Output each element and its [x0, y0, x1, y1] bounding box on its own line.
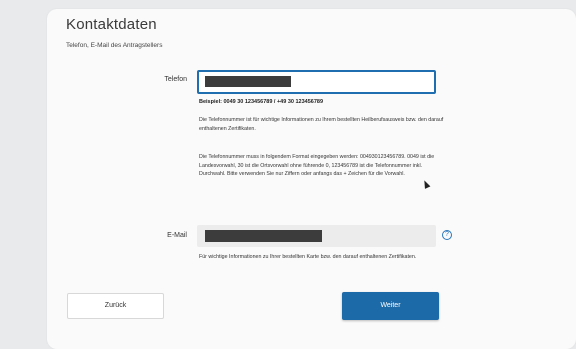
contact-card: Kontaktdaten Telefon, E-Mail des Antrags…	[47, 9, 576, 349]
section-subtitle: Telefon, E-Mail des Antragstellers	[66, 42, 163, 49]
email-label: E-Mail	[167, 232, 187, 239]
mouse-cursor-icon	[421, 179, 431, 189]
question-circle-icon[interactable]: ?	[442, 230, 452, 240]
phone-input[interactable]	[197, 70, 436, 94]
next-button[interactable]: Weiter	[342, 292, 439, 320]
email-input[interactable]	[197, 225, 436, 247]
phone-info-1: Die Telefonnummer ist für wichtige Infor…	[199, 117, 444, 132]
phone-info-2: Die Telefonnummer muss in folgendem Form…	[199, 154, 435, 177]
phone-label: Telefon	[164, 76, 187, 83]
phone-example: Beispiel: 0049 30 123456789 / +49 30 123…	[199, 99, 324, 105]
email-value-redacted	[205, 230, 322, 242]
back-button[interactable]: Zurück	[67, 293, 164, 319]
section-title: Kontaktdaten	[66, 16, 157, 33]
email-info: Für wichtige Informationen zu Ihrer best…	[199, 254, 417, 260]
phone-value-redacted	[205, 76, 291, 87]
